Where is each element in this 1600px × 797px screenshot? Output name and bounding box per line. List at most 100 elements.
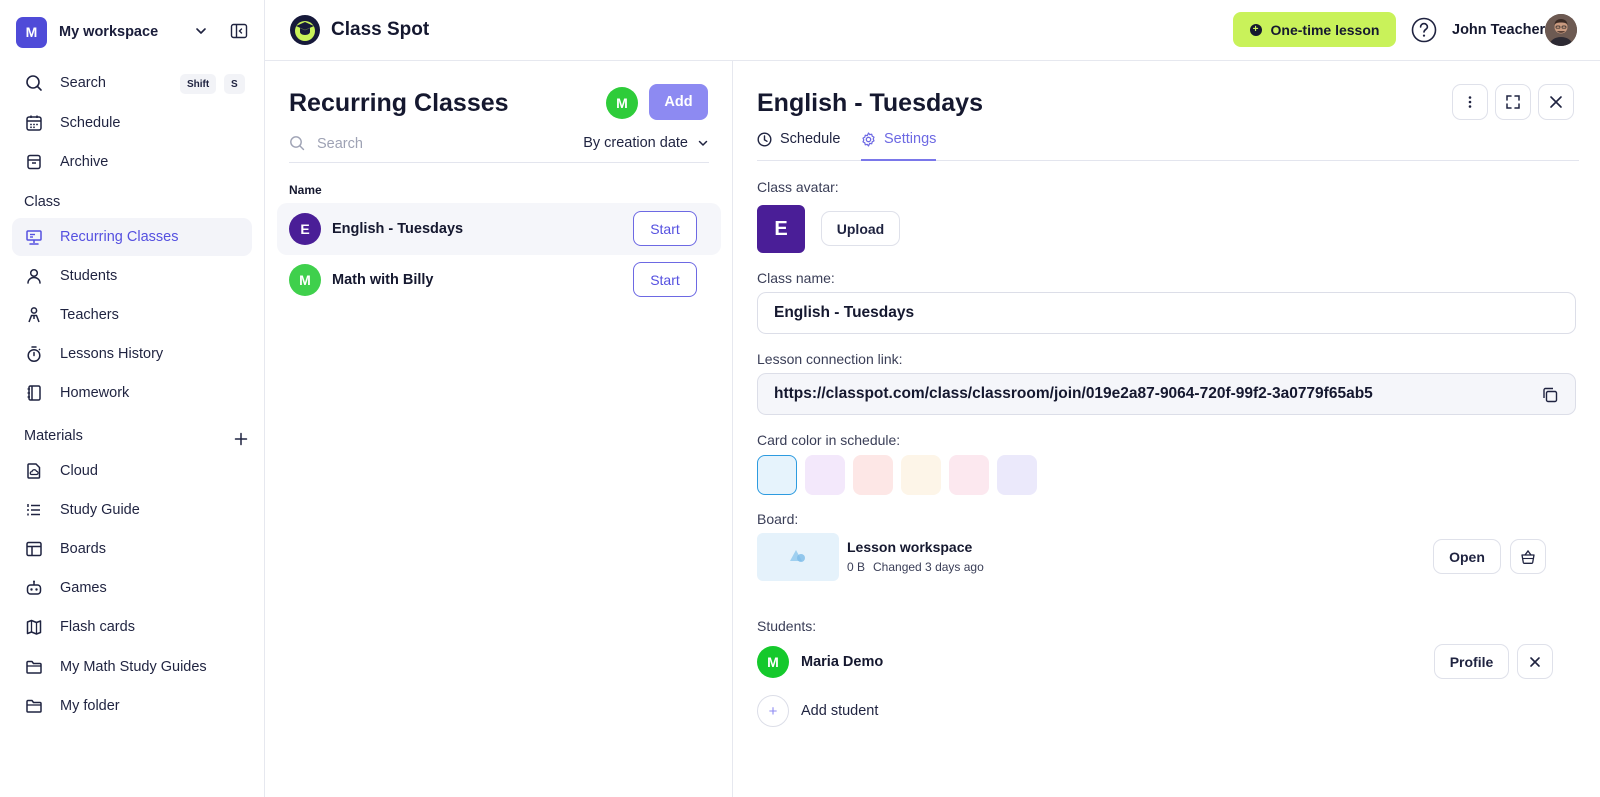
shortcut-key-shift: Shift xyxy=(180,74,217,94)
add-material-icon[interactable] xyxy=(234,432,248,446)
shortcut-key-s: S xyxy=(224,74,245,94)
color-swatch-red[interactable] xyxy=(853,455,893,495)
tab-label: Schedule xyxy=(780,131,841,147)
workspace-name: My workspace xyxy=(59,24,159,40)
column-header-name: Name xyxy=(289,183,322,197)
brand[interactable]: Class Spot xyxy=(289,14,429,46)
user-name[interactable]: John Teacher xyxy=(1452,22,1545,38)
sidebar-item-search[interactable]: Search Shift S xyxy=(12,64,252,102)
sidebar-item-label: My folder xyxy=(60,698,120,714)
sidebar-item-label: Archive xyxy=(60,154,109,170)
sidebar-item-my-math-study-guides[interactable]: My Math Study Guides xyxy=(12,648,252,686)
workspace-switcher[interactable]: M My workspace xyxy=(16,16,250,48)
clock-icon xyxy=(757,132,772,147)
class-name-field[interactable] xyxy=(757,292,1576,334)
upload-button[interactable]: Upload xyxy=(821,211,900,246)
avatar: M xyxy=(757,646,789,678)
class-avatar-preview: E xyxy=(757,205,805,253)
table-row[interactable]: E English - Tuesdays Start xyxy=(277,203,721,255)
search-input[interactable] xyxy=(317,132,537,156)
color-swatch-purple[interactable] xyxy=(805,455,845,495)
board-basket-button[interactable] xyxy=(1510,539,1546,574)
sort-dropdown[interactable]: By creation date xyxy=(583,135,709,151)
board-name: Lesson workspace xyxy=(847,539,973,555)
class-name: English - Tuesdays xyxy=(332,221,464,237)
color-swatch-yellow[interactable] xyxy=(901,455,941,495)
profile-button[interactable]: Profile xyxy=(1434,644,1509,679)
lesson-link-label: Lesson connection link: xyxy=(757,351,903,367)
more-options-button[interactable] xyxy=(1452,84,1488,120)
color-swatch-lavender[interactable] xyxy=(997,455,1037,495)
sidebar-item-label: Schedule xyxy=(60,115,121,131)
board-size: 0 B xyxy=(847,560,866,574)
class-avatar-label: Class avatar: xyxy=(757,179,839,195)
one-time-lesson-label: One-time lesson xyxy=(1270,21,1380,38)
stopwatch-icon xyxy=(24,344,44,364)
search-icon xyxy=(24,73,44,93)
more-vertical-icon xyxy=(1462,94,1478,110)
robot-icon xyxy=(24,578,44,598)
board-thumbnail[interactable] xyxy=(757,533,839,581)
table-row[interactable]: M Math with Billy Start xyxy=(277,254,721,306)
topbar: Class Spot + One-time lesson John Teache… xyxy=(265,0,1600,61)
lesson-link-field[interactable]: https://classpot.com/class/classroom/joi… xyxy=(757,373,1576,415)
sidebar-item-cloud[interactable]: Cloud xyxy=(12,452,252,490)
search-bar: By creation date xyxy=(289,127,709,163)
sidebar: M My workspace Search Shift S Schedule A… xyxy=(0,0,265,797)
tab-schedule[interactable]: Schedule xyxy=(757,131,840,161)
avatar[interactable] xyxy=(1545,14,1577,46)
sidebar-item-label: Teachers xyxy=(60,307,119,323)
tab-label: Settings xyxy=(884,131,937,147)
start-button[interactable]: Start xyxy=(633,262,697,297)
sidebar-item-label: Flash cards xyxy=(60,619,135,635)
workspace-member-avatar[interactable]: M xyxy=(606,87,638,119)
add-class-button[interactable]: Add xyxy=(649,84,708,120)
collapse-sidebar-icon[interactable] xyxy=(230,22,248,40)
sidebar-item-games[interactable]: Games xyxy=(12,569,252,607)
card-color-label: Card color in schedule: xyxy=(757,432,901,448)
sidebar-item-label: Lessons History xyxy=(60,346,164,362)
sidebar-item-study-guide[interactable]: Study Guide xyxy=(12,491,252,529)
close-icon xyxy=(1548,94,1564,110)
close-button[interactable] xyxy=(1538,84,1574,120)
color-swatch-pink[interactable] xyxy=(949,455,989,495)
one-time-lesson-button[interactable]: + One-time lesson xyxy=(1233,12,1396,47)
board-icon xyxy=(24,539,44,559)
map-icon xyxy=(24,617,44,637)
add-student-icon[interactable]: + xyxy=(757,695,789,727)
fullscreen-button[interactable] xyxy=(1495,84,1531,120)
sidebar-item-flash-cards[interactable]: Flash cards xyxy=(12,608,252,646)
class-spot-logo-icon xyxy=(289,14,321,46)
board-label: Board: xyxy=(757,511,799,527)
copy-icon[interactable] xyxy=(1541,386,1559,404)
sidebar-item-schedule[interactable]: Schedule xyxy=(12,104,252,142)
sidebar-item-homework[interactable]: Homework xyxy=(12,374,252,412)
student-name: Maria Demo xyxy=(801,654,884,670)
sidebar-item-teachers[interactable]: Teachers xyxy=(12,296,252,334)
open-board-button[interactable]: Open xyxy=(1433,539,1501,574)
expand-icon xyxy=(1505,94,1521,110)
sidebar-item-students[interactable]: Students xyxy=(12,257,252,295)
sidebar-item-label: Search xyxy=(60,75,106,91)
sidebar-item-lessons-history[interactable]: Lessons History xyxy=(12,335,252,373)
add-student-link[interactable]: Add student xyxy=(801,703,878,719)
list-icon xyxy=(24,500,44,520)
remove-student-button[interactable] xyxy=(1517,644,1553,679)
sidebar-item-my-folder[interactable]: My folder xyxy=(12,687,252,725)
close-icon xyxy=(1529,656,1541,668)
brand-name: Class Spot xyxy=(331,19,430,40)
chevron-down-icon[interactable] xyxy=(194,24,208,38)
sidebar-item-boards[interactable]: Boards xyxy=(12,530,252,568)
start-button[interactable]: Start xyxy=(633,211,697,246)
calendar-icon xyxy=(24,113,44,133)
sidebar-item-label: Boards xyxy=(60,541,106,557)
presentation-icon xyxy=(24,227,44,247)
sidebar-item-recurring-classes[interactable]: Recurring Classes xyxy=(12,218,252,256)
basket-icon xyxy=(1520,549,1536,565)
sidebar-item-label: Homework xyxy=(60,385,130,401)
tab-settings[interactable]: Settings xyxy=(861,131,937,161)
help-icon[interactable] xyxy=(1411,17,1437,43)
sidebar-item-archive[interactable]: Archive xyxy=(12,143,252,181)
color-swatch-blue[interactable] xyxy=(757,455,797,495)
chevron-down-icon xyxy=(698,140,708,146)
